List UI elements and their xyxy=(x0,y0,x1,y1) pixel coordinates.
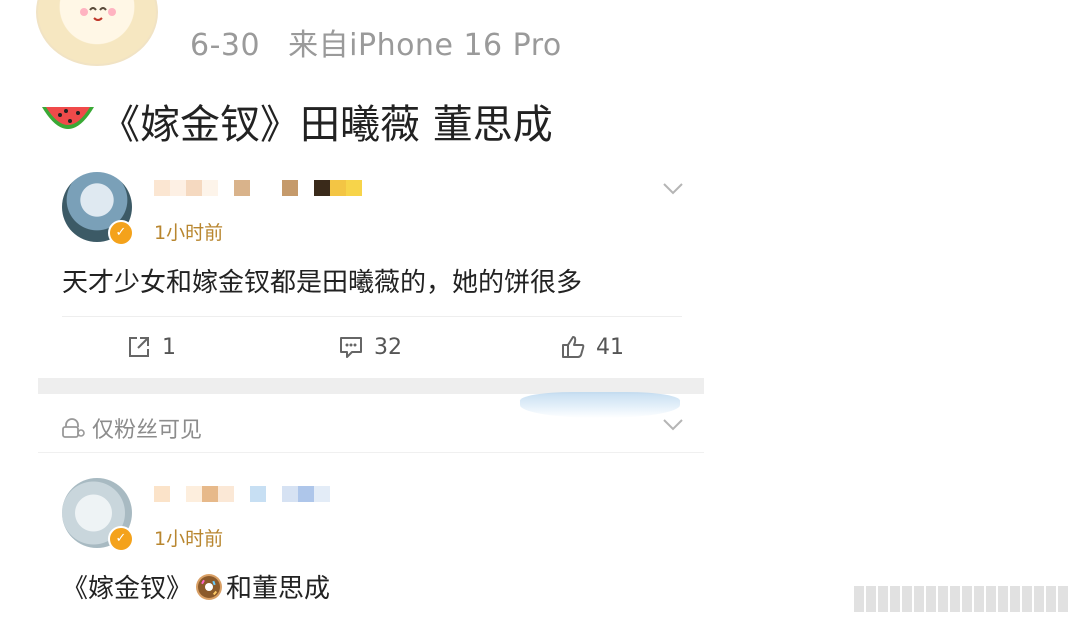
repost-count: 1 xyxy=(162,334,176,360)
comment-count: 32 xyxy=(374,334,402,360)
divider xyxy=(62,316,682,317)
poster-avatar[interactable] xyxy=(36,0,158,66)
chevron-down-icon[interactable] xyxy=(662,418,684,432)
comment-icon xyxy=(340,337,362,358)
divider xyxy=(38,452,704,453)
commenter-name[interactable] xyxy=(154,180,362,202)
comment-text-part: 和董思成 xyxy=(226,574,331,604)
repost-button[interactable]: 1 xyxy=(126,334,176,360)
post-title: 《嫁金钗》田曦薇 董思成 xyxy=(40,92,553,150)
watermelon-icon xyxy=(42,107,94,129)
comment-time: 1小时前 xyxy=(154,528,224,550)
comment-text-part: 《嫁金钗》 xyxy=(62,574,193,604)
like-count: 41 xyxy=(596,334,624,360)
post-date: 6-30 xyxy=(190,28,261,63)
watermark xyxy=(854,586,1068,612)
verified-badge-icon: ✓ xyxy=(108,526,134,552)
chevron-down-icon[interactable] xyxy=(662,182,684,196)
comment-time: 1小时前 xyxy=(154,222,224,244)
like-icon xyxy=(562,336,585,358)
comment-text: 天才少女和嫁金钗都是田曦薇的，她的饼很多 xyxy=(62,268,583,298)
visibility-indicator: 仅粉丝可见 xyxy=(60,412,202,444)
lock-user-icon xyxy=(62,418,85,438)
verified-badge-icon: ✓ xyxy=(108,220,134,246)
comment-button[interactable]: 32 xyxy=(338,334,402,360)
avatar-face-icon xyxy=(80,7,116,21)
comment-text: 《嫁金钗》 和董思成 xyxy=(62,568,330,605)
repost-icon xyxy=(129,337,149,357)
cloud-decoration xyxy=(520,392,680,418)
post-title-text: 《嫁金钗》田曦薇 董思成 xyxy=(100,102,553,148)
like-button[interactable]: 41 xyxy=(560,334,624,360)
donut-icon xyxy=(196,573,223,600)
post-source: 来自iPhone 16 Pro xyxy=(288,28,562,63)
post-meta: 6-30 来自iPhone 16 Pro xyxy=(190,20,562,64)
commenter-name[interactable] xyxy=(154,486,346,508)
visibility-label: 仅粉丝可见 xyxy=(92,418,203,443)
